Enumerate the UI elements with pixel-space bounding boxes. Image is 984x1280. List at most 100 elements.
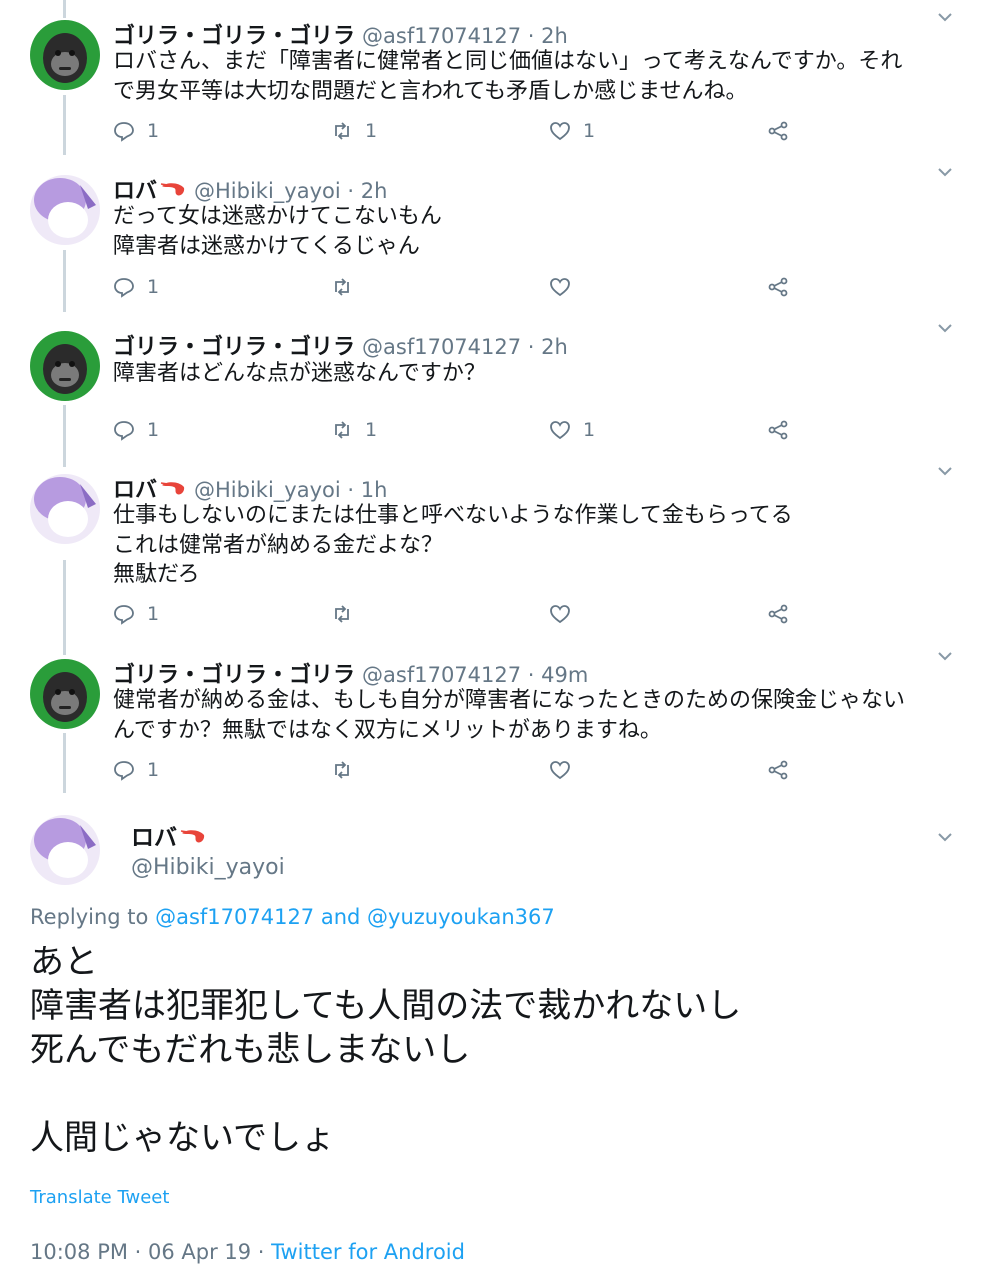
share-button[interactable] (767, 601, 789, 627)
reply-count: 1 (147, 276, 160, 298)
chevron-down-icon[interactable] (936, 319, 954, 337)
tweet-text-line: これは健常者が納める金だよな？ (113, 532, 444, 558)
display-name[interactable]: ゴリラ・ゴリラ・ゴリラ (113, 335, 355, 360)
tweet-header: ゴリラ・ゴリラ・ゴリラ @asf17074127 · 2h (113, 18, 568, 50)
heart-icon (550, 278, 570, 297)
client-link[interactable]: Twitter for Android (271, 1240, 465, 1264)
share-icon (768, 760, 788, 780)
reply-button[interactable]: 1 (113, 601, 159, 627)
handle-time: @asf17074127 · 2h (362, 24, 568, 48)
tweet[interactable]: ゴリラ・ゴリラ・ゴリラ @asf17074127 · 2h ロバさん、まだ「障害… (0, 0, 984, 150)
retweet-button[interactable] (331, 757, 365, 783)
tweet-text-line: 仕事もしないのにまたは仕事と呼べないような作業して金もらってる (113, 503, 793, 528)
reply-count: 1 (147, 120, 160, 142)
reply-mention-link[interactable]: @yuzuyoukan367 (367, 905, 555, 929)
handle-time: @asf17074127 · 49m (362, 663, 589, 687)
chevron-down-icon[interactable] (936, 462, 954, 480)
heart-icon (550, 122, 570, 141)
like-count: 1 (583, 120, 596, 142)
replying-and: and (314, 905, 368, 929)
reply-icon (114, 278, 134, 298)
avatar[interactable] (30, 20, 100, 90)
like-button[interactable] (549, 274, 583, 300)
tweet-actions: 1 (113, 757, 813, 783)
reply-icon (114, 421, 134, 441)
heart-icon (550, 761, 570, 780)
tweet-text: だって女は迷惑かけてこないもん 障害者は迷惑かけてくるじゃん (113, 202, 963, 261)
retweet-icon (335, 421, 349, 439)
tweet[interactable]: ロバ @Hibiki_yayoi · 2h だって女は迷惑かけてこないもん 障害… (0, 155, 984, 305)
main-handle[interactable]: @Hibiki_yayoi (131, 855, 285, 880)
handle-time: @Hibiki_yayoi · 1h (194, 478, 388, 502)
display-name[interactable]: ロバ (131, 825, 177, 851)
tweet-actions: 1 1 1 (113, 417, 813, 443)
share-button[interactable] (767, 757, 789, 783)
tweet-header: ゴリラ・ゴリラ・ゴリラ @asf17074127 · 49m (113, 657, 588, 689)
retweet-button[interactable]: 1 (331, 118, 377, 144)
tweet-text-line: 無駄だろ (113, 562, 200, 587)
tweet-header: ゴリラ・ゴリラ・ゴリラ @asf17074127 · 2h (113, 329, 568, 361)
main-text-line: 障害者は犯罪犯しても人間の法で裁かれないし (30, 986, 742, 1026)
display-name[interactable]: ゴリラ・ゴリラ・ゴリラ (113, 663, 355, 688)
chevron-down-icon[interactable] (936, 163, 954, 181)
heart-icon (550, 605, 570, 624)
share-button[interactable] (767, 417, 789, 443)
avatar[interactable] (30, 659, 100, 729)
tweet-actions: 1 (113, 601, 813, 627)
chevron-down-icon[interactable] (936, 828, 954, 846)
main-display-name[interactable]: ロバ (131, 818, 207, 852)
retweet-icon (335, 761, 349, 779)
reply-button[interactable]: 1 (113, 118, 159, 144)
retweet-icon (335, 605, 349, 623)
like-button[interactable] (549, 601, 583, 627)
tweet-text-line: 障害者はどんな点が迷惑なんですか？ (113, 361, 486, 386)
tweet[interactable]: ロバ @Hibiki_yayoi · 1h 仕事もしないのにまたは仕事と呼べない… (0, 454, 984, 634)
reply-count: 1 (147, 759, 160, 781)
chevron-down-icon[interactable] (936, 647, 954, 665)
handle-time: @Hibiki_yayoi · 2h (194, 179, 388, 203)
main-text-line: 人間じゃないでしょ (30, 1118, 335, 1158)
display-name[interactable]: ゴリラ・ゴリラ・ゴリラ (113, 24, 355, 49)
anime-girl-avatar-icon (34, 178, 96, 238)
tweet-actions: 1 1 1 (113, 118, 813, 144)
avatar[interactable] (30, 331, 100, 401)
handle-time: @asf17074127 · 2h (362, 335, 568, 359)
reply-mention-link[interactable]: @asf17074127 (155, 905, 314, 929)
tweet-text-line: で男女平等は大切な問題だと言われても矛盾しか感じませんね。 (113, 78, 748, 104)
avatar[interactable] (30, 175, 100, 245)
avatar[interactable] (30, 815, 100, 885)
share-icon (768, 121, 788, 141)
tweet-header: ロバ @Hibiki_yayoi · 1h (113, 472, 387, 504)
translate-tweet-link[interactable]: Translate Tweet (30, 1187, 169, 1208)
share-button[interactable] (767, 118, 789, 144)
reply-button[interactable]: 1 (113, 274, 159, 300)
reply-button[interactable]: 1 (113, 757, 159, 783)
avatar[interactable] (30, 474, 100, 544)
reply-button[interactable]: 1 (113, 417, 159, 443)
retweet-button[interactable]: 1 (331, 417, 377, 443)
tweet-text: ロバさん、まだ「障害者に健常者と同じ価値はない」って考えなんですか。それ で男女… (113, 47, 963, 106)
timestamp: 10:08 PM · 06 Apr 19 · (30, 1240, 272, 1264)
anime-girl-avatar-icon (34, 477, 96, 537)
tweet[interactable]: ゴリラ・ゴリラ・ゴリラ @asf17074127 · 49m 健常者が納める金は… (0, 639, 984, 799)
tweet-text-line: 健常者が納める金は、もしも自分が障害者になったときのための保険金じゃない (113, 688, 906, 713)
retweet-button[interactable] (331, 601, 365, 627)
anime-girl-avatar-icon (34, 818, 96, 878)
retweet-count: 1 (365, 419, 378, 441)
display-name[interactable]: ロバ (113, 179, 157, 204)
tweet[interactable]: ゴリラ・ゴリラ・ゴリラ @asf17074127 · 2h 障害者はどんな点が迷… (0, 311, 984, 461)
like-button[interactable]: 1 (549, 118, 595, 144)
main-text-line (30, 1072, 741, 1116)
retweet-button[interactable] (331, 274, 365, 300)
reply-count: 1 (147, 603, 160, 625)
replying-prefix: Replying to (30, 905, 156, 929)
main-tweet-text: あと 障害者は犯罪犯しても人間の法で裁かれないし 死んでもだれも悲しまないし 人… (30, 940, 741, 1160)
tweet-text-line: 障害者は迷惑かけてくるじゃん (113, 233, 420, 259)
like-button[interactable] (549, 757, 583, 783)
like-button[interactable]: 1 (549, 417, 595, 443)
share-button[interactable] (767, 274, 789, 300)
retweet-icon (335, 122, 349, 140)
chevron-down-icon[interactable] (936, 8, 954, 26)
tweet-actions: 1 (113, 274, 813, 300)
display-name[interactable]: ロバ (113, 478, 157, 503)
